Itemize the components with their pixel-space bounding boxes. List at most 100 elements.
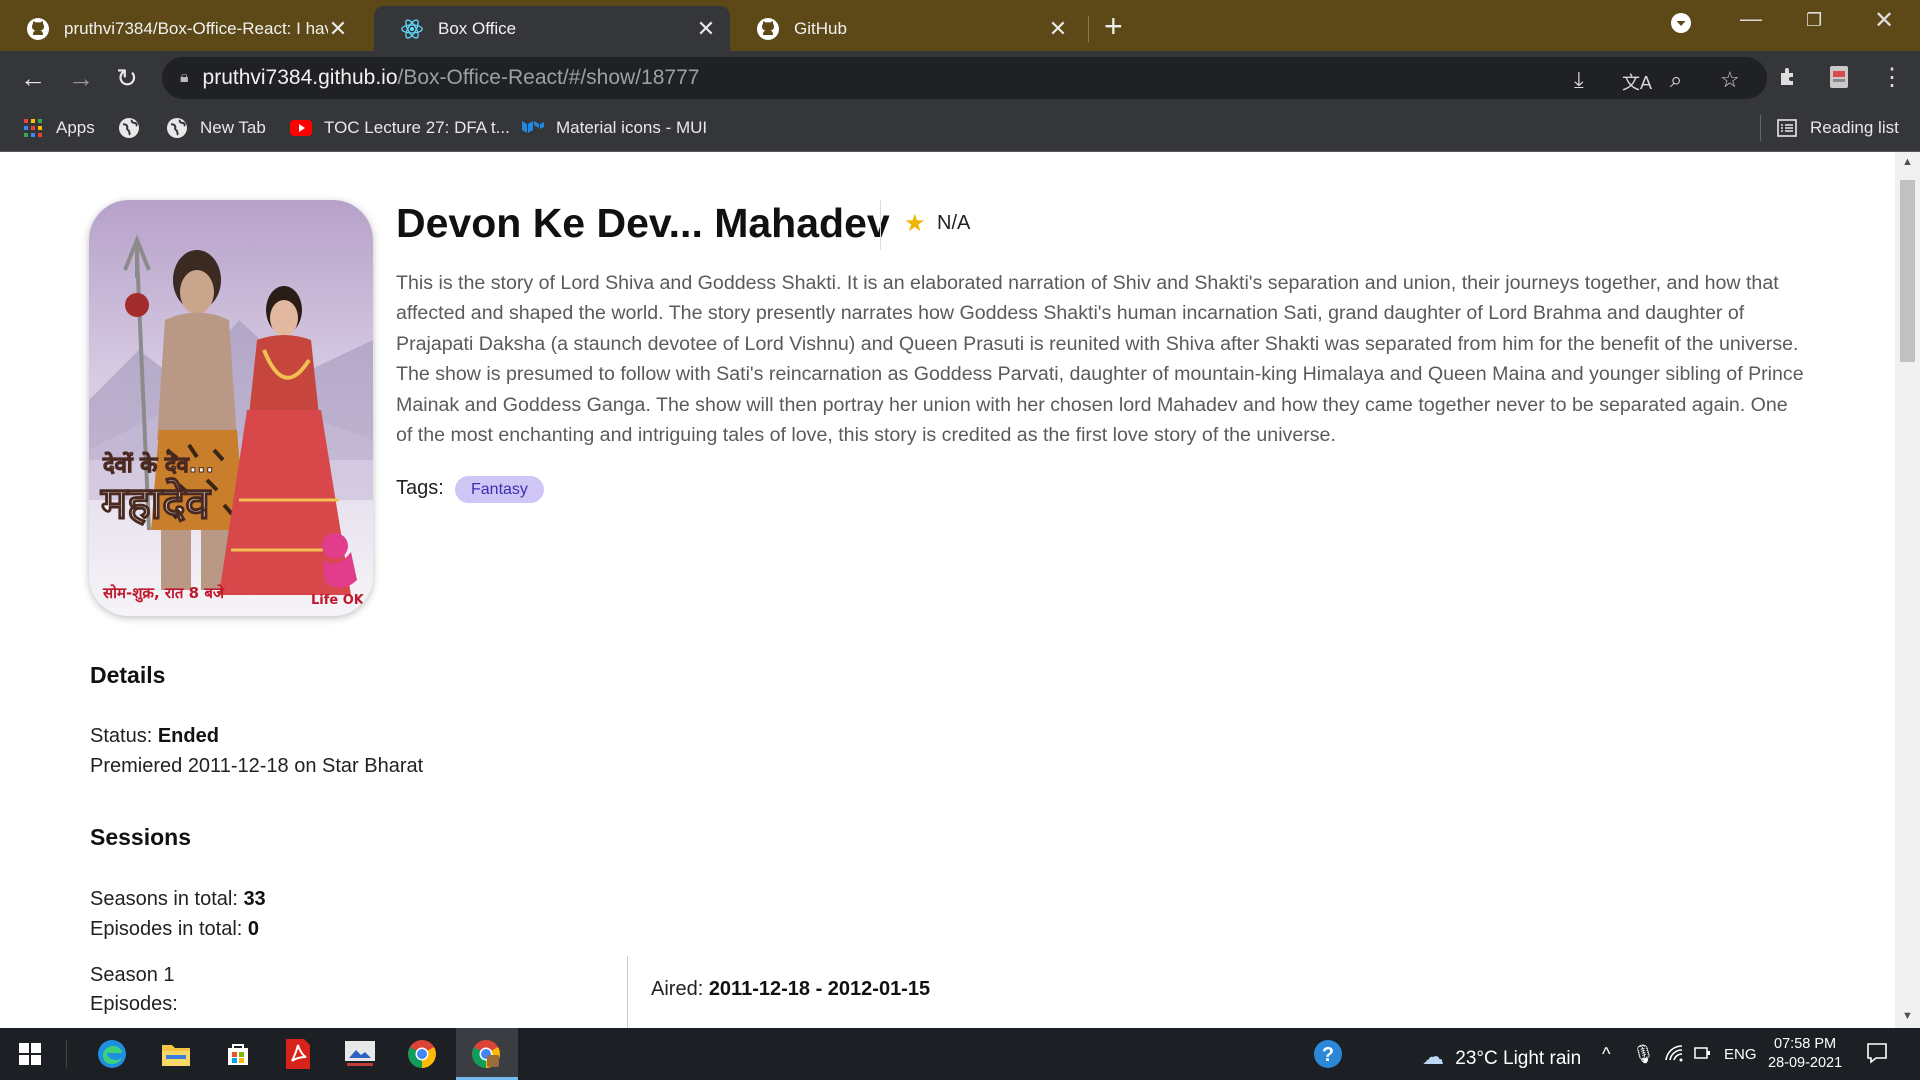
language-indicator[interactable]: ENG	[1724, 1046, 1757, 1063]
close-tab-icon[interactable]: ✕	[696, 16, 716, 42]
forward-arrow-icon[interactable]: →	[68, 63, 94, 93]
clock-time: 07:58 PM	[1774, 1036, 1837, 1052]
reading-list-button[interactable]: Reading list	[1776, 117, 1899, 139]
poster-title-small: देवों के देव...	[102, 451, 214, 478]
status-line: Status: Ended	[90, 725, 219, 748]
store-icon[interactable]	[222, 1038, 254, 1070]
url-host: pruthvi7384.github.io	[202, 66, 398, 89]
github-icon	[26, 17, 50, 41]
reading-list-icon	[1776, 117, 1798, 139]
close-tab-icon[interactable]: ✕	[328, 16, 348, 42]
page-scrollbar[interactable]: ▲ ▼	[1895, 152, 1920, 1028]
profile-avatar-icon[interactable]	[1828, 65, 1850, 95]
back-arrow-icon[interactable]: ←	[20, 63, 46, 93]
season-divider	[627, 956, 628, 1028]
sessions-heading: Sessions	[90, 824, 191, 850]
more-menu-icon[interactable]: ⋮	[1880, 63, 1904, 92]
file-explorer-icon[interactable]	[160, 1038, 192, 1070]
url-path: /Box-Office-React/#/show/18777	[397, 66, 700, 89]
episodes-total-label: Episodes in total:	[90, 918, 243, 940]
title-divider	[880, 200, 881, 250]
address-bar[interactable]: 🔒︎ pruthvi7384.github.io/Box-Office-Reac…	[162, 57, 1767, 99]
zoom-icon[interactable]: ⌕	[1670, 67, 1682, 93]
star-icon: ★	[904, 210, 926, 237]
tab-title: GitHub	[794, 18, 847, 38]
notifications-icon[interactable]	[1866, 1042, 1888, 1070]
globe-icon	[118, 117, 140, 139]
details-heading: Details	[90, 662, 166, 688]
poster-schedule: सोम-शुक्र, रात 8 बजे	[102, 584, 225, 603]
tag-badge: Fantasy	[455, 476, 544, 503]
chrome-icon[interactable]	[406, 1038, 438, 1070]
taskbar-separator	[66, 1040, 67, 1068]
photo-app-icon[interactable]	[344, 1038, 376, 1070]
new-tab-plus-icon[interactable]: +	[1104, 10, 1123, 42]
season-name: Season 1	[90, 964, 175, 986]
microphone-icon[interactable]: 🎙︎	[1632, 1044, 1655, 1065]
tab-search-icon[interactable]	[1670, 12, 1692, 40]
acrobat-icon[interactable]	[282, 1038, 314, 1070]
lock-icon[interactable]: 🔒︎	[180, 69, 189, 87]
apps-grid-icon	[22, 117, 44, 139]
system-clock[interactable]: 07:58 PM 28-09-2021	[1768, 1035, 1842, 1073]
clock-date: 28-09-2021	[1768, 1055, 1843, 1071]
rating-value: N/A	[937, 212, 971, 234]
seasons-total-line: Seasons in total: 33	[90, 888, 266, 911]
tab-strip: pruthvi7384/Box-Office-React: I have ✕ B…	[0, 0, 1920, 51]
bookmark-globe[interactable]	[118, 117, 152, 139]
status-value: Ended	[157, 725, 219, 747]
bookmark-toc-lecture[interactable]: TOC Lecture 27: DFA t...	[290, 117, 510, 139]
scrollbar-thumb[interactable]	[1900, 180, 1915, 362]
reload-icon[interactable]: ↻	[116, 63, 138, 93]
weather-widget[interactable]: ☁ 23°C Light rain	[1422, 1044, 1581, 1070]
scroll-up-arrow-icon[interactable]: ▲	[1902, 156, 1913, 168]
windows-start-icon[interactable]	[14, 1038, 46, 1070]
bookmark-label: New Tab	[200, 118, 266, 137]
bookmarks-bar: Apps New Tab TOC Lecture 27: DFA t... Ma…	[0, 105, 1920, 152]
tab-github[interactable]: GitHub ✕	[730, 6, 1082, 51]
cloud-rain-icon: ☁	[1422, 1044, 1444, 1069]
poster-title-big: महादेव	[100, 477, 211, 529]
battery-icon[interactable]	[1694, 1044, 1712, 1067]
aired-value: 2011-12-18 - 2012-01-15	[708, 978, 931, 1000]
restore-icon[interactable]: ❐	[1806, 10, 1822, 31]
wifi-icon[interactable]	[1664, 1044, 1684, 1067]
tab-title: pruthvi7384/Box-Office-React: I have	[64, 18, 328, 38]
tags-label: Tags:	[396, 477, 444, 499]
tab-github-repo[interactable]: pruthvi7384/Box-Office-React: I have ✕	[0, 6, 362, 51]
weather-text: 23°C Light rain	[1455, 1048, 1582, 1069]
close-tab-icon[interactable]: ✕	[1048, 16, 1068, 42]
scroll-down-arrow-icon[interactable]: ▼	[1902, 1010, 1913, 1022]
bookmark-new-tab[interactable]: New Tab	[166, 117, 266, 139]
install-app-icon[interactable]: ⤓	[1574, 67, 1584, 93]
show-poster-image: देवों के देव... महादेव सोम-शुक्र, रात 8 …	[89, 200, 373, 616]
episodes-total-line: Episodes in total: 0	[90, 918, 259, 941]
aired-line: Aired: 2011-12-18 - 2012-01-15	[651, 978, 930, 1001]
seasons-total-label: Seasons in total:	[90, 888, 238, 910]
tab-separator	[1088, 16, 1089, 42]
minimize-icon[interactable]: —	[1740, 6, 1762, 32]
tab-title: Box Office	[438, 18, 517, 38]
edge-icon[interactable]	[96, 1038, 128, 1070]
tray-chevron-icon[interactable]: ^	[1602, 1044, 1610, 1065]
mui-icon	[522, 117, 544, 139]
season-episodes-label: Episodes:	[90, 993, 178, 1015]
browser-toolbar: ← → ↻ 🔒︎ pruthvi7384.github.io/Box-Offic…	[0, 51, 1920, 105]
tab-box-office[interactable]: Box Office ✕	[374, 6, 730, 51]
translate-icon[interactable]: 文A	[1622, 69, 1652, 95]
help-icon[interactable]: ?	[1312, 1038, 1344, 1070]
youtube-icon	[290, 117, 312, 139]
channel-logo: Life OK	[311, 593, 365, 608]
bookmark-star-icon[interactable]: ☆	[1720, 67, 1740, 93]
react-icon	[400, 17, 424, 41]
globe-icon	[166, 117, 188, 139]
extensions-puzzle-icon[interactable]	[1778, 65, 1800, 93]
bookmark-apps[interactable]: Apps	[22, 117, 95, 139]
bookmark-label: Apps	[56, 118, 95, 137]
bookmark-material-icons[interactable]: Material icons - MUI	[522, 117, 707, 139]
bookmarks-separator	[1760, 115, 1761, 141]
chrome-icon[interactable]	[470, 1038, 502, 1070]
status-label: Status:	[90, 725, 153, 747]
close-window-icon[interactable]: ✕	[1874, 6, 1894, 35]
reading-list-label: Reading list	[1810, 118, 1899, 137]
